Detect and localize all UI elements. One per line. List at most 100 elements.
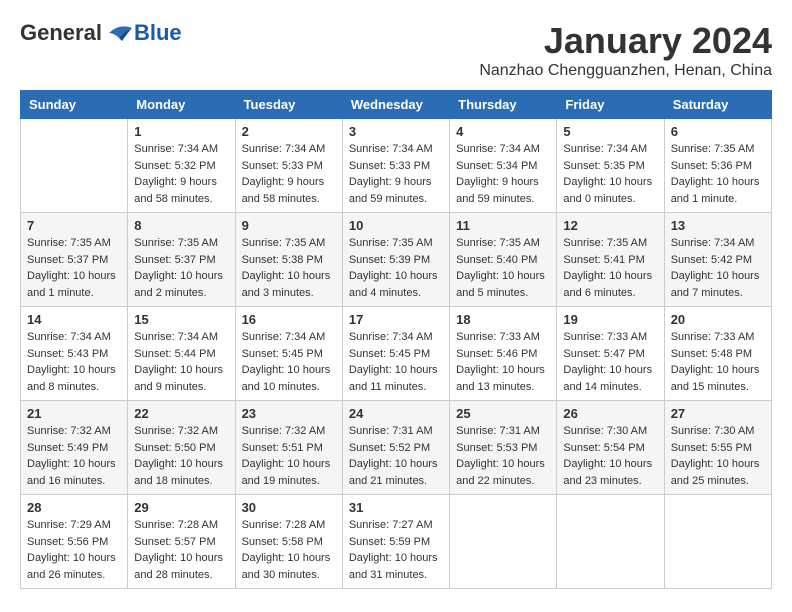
sunset-text: Sunset: 5:40 PM [456, 252, 550, 269]
daylight-text: Daylight: 10 hours and 3 minutes. [242, 268, 336, 301]
day-of-week-header: Wednesday [342, 91, 449, 119]
sunrise-text: Sunrise: 7:32 AM [242, 423, 336, 440]
sunrise-text: Sunrise: 7:35 AM [456, 235, 550, 252]
sunset-text: Sunset: 5:51 PM [242, 440, 336, 457]
sunrise-text: Sunrise: 7:30 AM [671, 423, 765, 440]
calendar-cell [21, 119, 128, 213]
day-info: Sunrise: 7:32 AMSunset: 5:51 PMDaylight:… [242, 423, 336, 489]
sunrise-text: Sunrise: 7:34 AM [349, 329, 443, 346]
day-of-week-header: Thursday [450, 91, 557, 119]
sunrise-text: Sunrise: 7:35 AM [27, 235, 121, 252]
sunset-text: Sunset: 5:37 PM [134, 252, 228, 269]
month-title: January 2024 [479, 20, 772, 62]
day-number: 24 [349, 406, 443, 421]
sunset-text: Sunset: 5:37 PM [27, 252, 121, 269]
daylight-text: Daylight: 9 hours and 58 minutes. [242, 174, 336, 207]
sunrise-text: Sunrise: 7:35 AM [671, 141, 765, 158]
sunrise-text: Sunrise: 7:34 AM [671, 235, 765, 252]
day-number: 2 [242, 124, 336, 139]
sunrise-text: Sunrise: 7:34 AM [349, 141, 443, 158]
day-info: Sunrise: 7:31 AMSunset: 5:53 PMDaylight:… [456, 423, 550, 489]
logo: General Blue [20, 20, 182, 46]
sunrise-text: Sunrise: 7:28 AM [134, 517, 228, 534]
day-number: 30 [242, 500, 336, 515]
calendar-cell: 28 Sunrise: 7:29 AMSunset: 5:56 PMDayligh… [21, 495, 128, 589]
daylight-text: Daylight: 10 hours and 1 minute. [27, 268, 121, 301]
sunrise-text: Sunrise: 7:35 AM [242, 235, 336, 252]
calendar-cell: 12Sunrise: 7:35 AMSunset: 5:41 PMDayligh… [557, 213, 664, 307]
daylight-text: Daylight: 9 hours and 58 minutes. [134, 174, 228, 207]
day-number: 17 [349, 312, 443, 327]
day-info: Sunrise: 7:35 AMSunset: 5:40 PMDaylight:… [456, 235, 550, 301]
daylight-text: Daylight: 10 hours and 9 minutes. [134, 362, 228, 395]
calendar-cell: 7Sunrise: 7:35 AMSunset: 5:37 PMDaylight… [21, 213, 128, 307]
day-of-week-header: Friday [557, 91, 664, 119]
sunset-text: Sunset: 5:36 PM [671, 158, 765, 175]
calendar-cell [557, 495, 664, 589]
day-info: Sunrise: 7:27 AMSunset: 5:59 PMDaylight:… [349, 517, 443, 583]
day-info: Sunrise: 7:34 AMSunset: 5:43 PMDaylight:… [27, 329, 121, 395]
sunrise-text: Sunrise: 7:34 AM [563, 141, 657, 158]
calendar-week-row: 28 Sunrise: 7:29 AMSunset: 5:56 PMDayligh… [21, 495, 772, 589]
sunset-text: Sunset: 5:34 PM [456, 158, 550, 175]
sunset-text: Sunset: 5:46 PM [456, 346, 550, 363]
day-number: 28 [27, 500, 121, 515]
day-info: Sunrise: 7:34 AMSunset: 5:33 PMDaylight:… [349, 141, 443, 207]
day-number: 11 [456, 218, 550, 233]
day-number: 22 [134, 406, 228, 421]
daylight-text: Daylight: 10 hours and 1 minute. [671, 174, 765, 207]
day-info: Sunrise: 7:30 AMSunset: 5:55 PMDaylight:… [671, 423, 765, 489]
daylight-text: Daylight: 10 hours and 23 minutes. [563, 456, 657, 489]
day-of-week-header: Sunday [21, 91, 128, 119]
sunset-text: Sunset: 5:56 PM [27, 534, 121, 551]
day-number: 14 [27, 312, 121, 327]
sunrise-text: Sunrise: 7:33 AM [456, 329, 550, 346]
calendar-cell: 18Sunrise: 7:33 AMSunset: 5:46 PMDayligh… [450, 307, 557, 401]
daylight-text: Daylight: 10 hours and 16 minutes. [27, 456, 121, 489]
sunset-text: Sunset: 5:42 PM [671, 252, 765, 269]
daylight-text: Daylight: 10 hours and 26 minutes. [27, 550, 121, 583]
calendar-cell: 5Sunrise: 7:34 AMSunset: 5:35 PMDaylight… [557, 119, 664, 213]
day-number: 10 [349, 218, 443, 233]
sunset-text: Sunset: 5:38 PM [242, 252, 336, 269]
sunrise-text: Sunrise: 7:34 AM [27, 329, 121, 346]
day-info: Sunrise: 7:35 AMSunset: 5:38 PMDaylight:… [242, 235, 336, 301]
calendar-table: SundayMondayTuesdayWednesdayThursdayFrid… [20, 90, 772, 589]
day-info: Sunrise: 7:29 AMSunset: 5:56 PMDaylight:… [27, 517, 121, 583]
day-number: 13 [671, 218, 765, 233]
calendar-cell: 17Sunrise: 7:34 AMSunset: 5:45 PMDayligh… [342, 307, 449, 401]
location-text: Nanzhao Chengguanzhen, Henan, China [479, 62, 772, 80]
daylight-text: Daylight: 9 hours and 59 minutes. [456, 174, 550, 207]
sunrise-text: Sunrise: 7:31 AM [349, 423, 443, 440]
sunrise-text: Sunrise: 7:35 AM [134, 235, 228, 252]
sunset-text: Sunset: 5:43 PM [27, 346, 121, 363]
logo-bird-icon [104, 23, 134, 43]
day-number: 9 [242, 218, 336, 233]
day-number: 19 [563, 312, 657, 327]
sunrise-text: Sunrise: 7:32 AM [134, 423, 228, 440]
daylight-text: Daylight: 10 hours and 7 minutes. [671, 268, 765, 301]
day-number: 18 [456, 312, 550, 327]
daylight-text: Daylight: 10 hours and 11 minutes. [349, 362, 443, 395]
sunset-text: Sunset: 5:59 PM [349, 534, 443, 551]
calendar-cell: 3Sunrise: 7:34 AMSunset: 5:33 PMDaylight… [342, 119, 449, 213]
calendar-cell: 9 Sunrise: 7:35 AMSunset: 5:38 PMDaylight… [235, 213, 342, 307]
calendar-cell: 24 Sunrise: 7:31 AMSunset: 5:52 PMDayligh… [342, 401, 449, 495]
daylight-text: Daylight: 10 hours and 0 minutes. [563, 174, 657, 207]
day-info: Sunrise: 7:28 AMSunset: 5:58 PMDaylight:… [242, 517, 336, 583]
daylight-text: Daylight: 10 hours and 19 minutes. [242, 456, 336, 489]
calendar-week-row: 14Sunrise: 7:34 AMSunset: 5:43 PMDayligh… [21, 307, 772, 401]
day-number: 26 [563, 406, 657, 421]
sunrise-text: Sunrise: 7:34 AM [134, 141, 228, 158]
sunset-text: Sunset: 5:35 PM [563, 158, 657, 175]
day-info: Sunrise: 7:31 AMSunset: 5:52 PMDaylight:… [349, 423, 443, 489]
day-info: Sunrise: 7:35 AMSunset: 5:36 PMDaylight:… [671, 141, 765, 207]
sunrise-text: Sunrise: 7:28 AM [242, 517, 336, 534]
sunrise-text: Sunrise: 7:34 AM [134, 329, 228, 346]
sunset-text: Sunset: 5:32 PM [134, 158, 228, 175]
calendar-cell [664, 495, 771, 589]
sunset-text: Sunset: 5:39 PM [349, 252, 443, 269]
sunrise-text: Sunrise: 7:31 AM [456, 423, 550, 440]
daylight-text: Daylight: 10 hours and 18 minutes. [134, 456, 228, 489]
calendar-cell: 29Sunrise: 7:28 AMSunset: 5:57 PMDayligh… [128, 495, 235, 589]
